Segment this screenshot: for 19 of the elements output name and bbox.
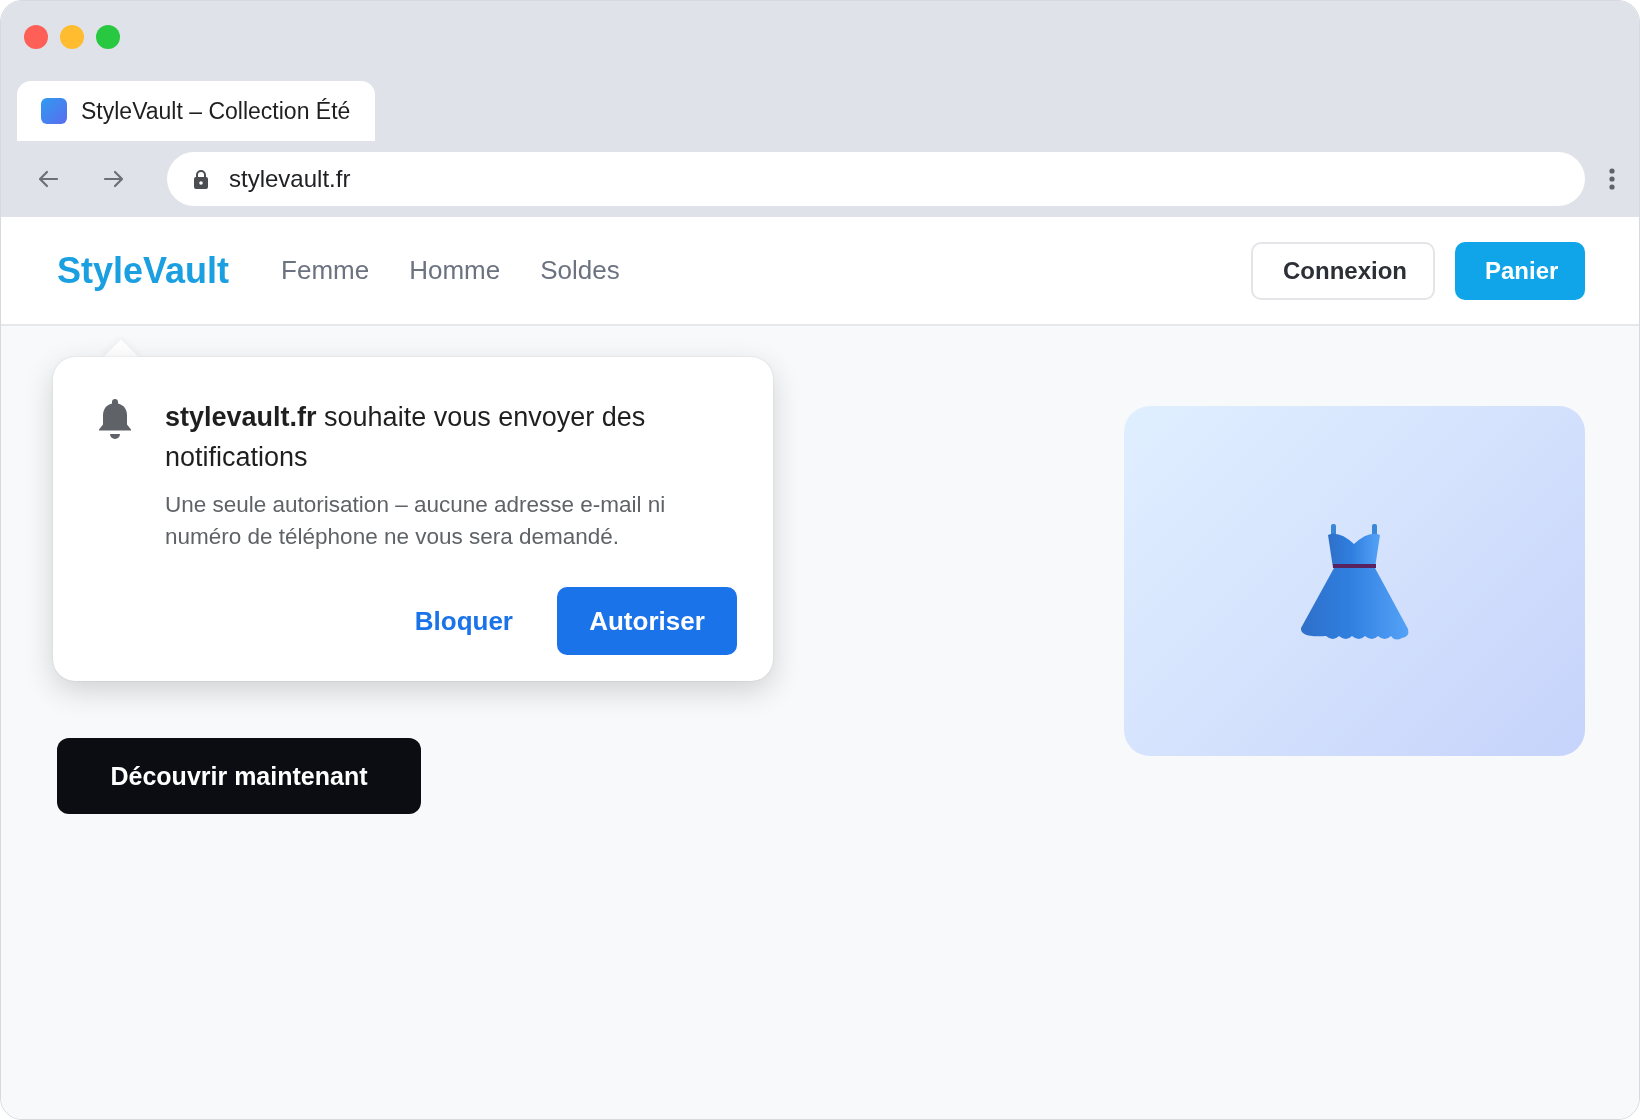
forward-arrow-icon[interactable] — [103, 168, 125, 190]
back-arrow-icon[interactable] — [37, 168, 59, 190]
lock-icon — [193, 169, 209, 189]
cart-button[interactable]: Panier — [1455, 241, 1585, 300]
allow-button[interactable]: Autoriser — [557, 587, 737, 655]
favicon-icon — [41, 98, 67, 124]
site-logo[interactable]: StyleVault — [57, 249, 230, 292]
block-button[interactable]: Bloquer — [414, 605, 513, 637]
nav-link[interactable]: Soldes — [540, 255, 620, 286]
popup-description: Une seule autorisation – aucune adresse e-mail ni numéro de téléphone ne vous sera demandé. — [165, 491, 667, 551]
address-bar[interactable]: stylevault.fr — [167, 152, 1585, 206]
nav-link[interactable]: Femme — [281, 255, 370, 286]
popup-title: stylevault.fr souhaite vous envoyer des notifications — [165, 401, 647, 474]
nav-link[interactable]: Homme — [409, 255, 501, 286]
browser-tab[interactable]: StyleVault – Collection Été — [17, 81, 375, 141]
menu-icon[interactable] — [1609, 168, 1615, 190]
close-button[interactable] — [24, 25, 48, 49]
login-button[interactable]: Connexion — [1251, 241, 1435, 300]
discover-button[interactable]: Découvrir maintenant — [57, 738, 421, 814]
